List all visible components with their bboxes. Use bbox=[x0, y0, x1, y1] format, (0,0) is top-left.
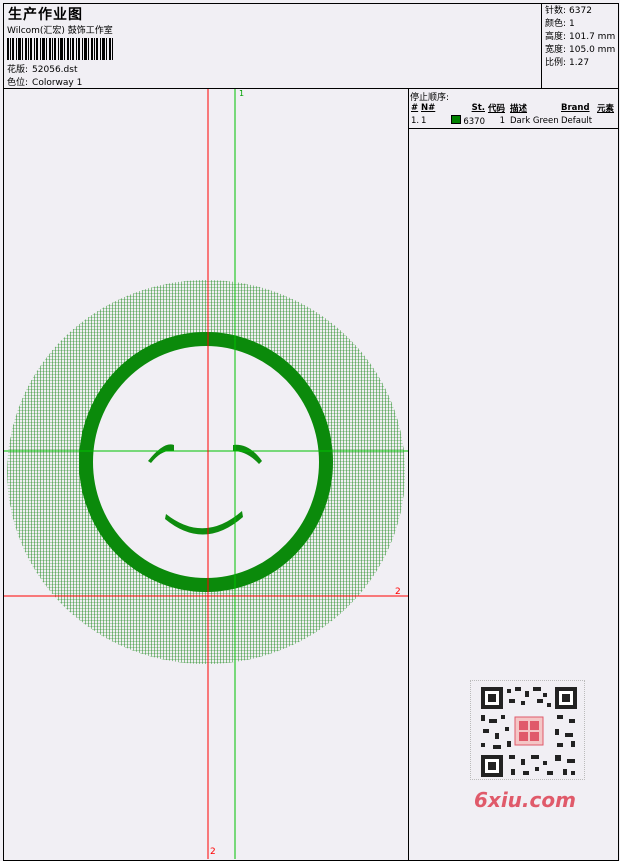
stat-height-label: 高度: bbox=[545, 32, 567, 42]
vertical-divider bbox=[408, 88, 409, 861]
stat-scale-value: 1.27 bbox=[569, 58, 590, 68]
watermark-logo: 6xiu.com bbox=[474, 788, 576, 812]
colorway-label: 色位: bbox=[7, 78, 29, 88]
stat-width-label: 宽度: bbox=[545, 45, 567, 55]
stat-colors-label: 颜色: bbox=[545, 19, 567, 29]
red-axis-label-bottom: 2 bbox=[210, 847, 216, 857]
outer-fill-ring bbox=[4, 269, 408, 669]
col-header-brand: Brand bbox=[561, 102, 590, 113]
studio-name: Wilcom(汇宏) 鼓饰工作室 bbox=[7, 26, 113, 36]
stat-scale: 比例: 1.27 bbox=[545, 57, 619, 70]
stat-scale-label: 比例: bbox=[545, 58, 567, 68]
stop-order-panel: 停止顺序: # N# St. 代码 描述 Brand 元素 1. 1 6370 … bbox=[409, 89, 619, 127]
col-header-st: St. bbox=[471, 102, 485, 113]
color-swatch bbox=[451, 114, 462, 124]
design-file-label: 花版: bbox=[7, 65, 29, 75]
row-stitches: 6370 bbox=[463, 116, 485, 127]
barcode-image bbox=[7, 38, 113, 60]
green-axis-label: 1 bbox=[239, 89, 245, 98]
stat-colors: 颜色: 1 bbox=[545, 18, 619, 31]
worksheet-header: 生产作业图 Wilcom(汇宏) 鼓饰工作室 花版: 52056.dst 色位: C… bbox=[4, 4, 542, 88]
col-header-n: N# bbox=[421, 102, 436, 113]
row-code: 1 bbox=[499, 115, 505, 126]
table-row[interactable]: 1. 1 6370 1 Dark Green Default bbox=[409, 114, 619, 127]
stop-order-header: # N# St. 代码 描述 Brand 元素 bbox=[409, 101, 619, 114]
row-n: 1 bbox=[421, 115, 427, 126]
row-num: 1. bbox=[411, 115, 420, 126]
stat-stitches-value: 6372 bbox=[569, 6, 592, 16]
qr-code-image bbox=[470, 680, 585, 780]
page-title: 生产作业图 bbox=[8, 7, 83, 23]
col-header-desc: 描述 bbox=[510, 103, 528, 114]
design-file-line: 花版: 52056.dst bbox=[7, 62, 77, 75]
stop-order-title: 停止顺序: bbox=[410, 93, 450, 103]
col-header-num: # bbox=[411, 102, 419, 113]
row-stitches-cell: 6370 bbox=[449, 114, 485, 127]
red-axis-label-right: 2 bbox=[395, 587, 401, 597]
stat-height: 高度: 101.7 mm bbox=[545, 31, 619, 44]
stat-stitches-label: 针数: bbox=[545, 6, 567, 16]
stat-width: 宽度: 105.0 mm bbox=[545, 44, 619, 57]
stat-stitches: 针数: 6372 bbox=[545, 5, 619, 18]
colorway-value: Colorway 1 bbox=[32, 78, 83, 88]
stop-order-divider bbox=[409, 128, 619, 129]
row-brand: Default bbox=[561, 115, 593, 126]
design-file-value: 52056.dst bbox=[32, 65, 78, 75]
colorway-line: 色位: Colorway 1 bbox=[7, 75, 82, 88]
design-canvas[interactable]: 1 2 2 bbox=[4, 89, 408, 859]
stat-width-value: 105.0 mm bbox=[569, 45, 616, 55]
row-desc: Dark Green bbox=[510, 115, 559, 126]
col-header-elem: 元素 bbox=[597, 103, 615, 114]
col-header-code: 代码 bbox=[487, 103, 505, 114]
qr-pattern bbox=[481, 687, 577, 777]
stats-panel: 针数: 6372 颜色: 1 高度: 101.7 mm 宽度: 105.0 mm 比例:… bbox=[541, 3, 619, 88]
stat-colors-value: 1 bbox=[569, 19, 575, 29]
stat-height-value: 101.7 mm bbox=[569, 32, 616, 42]
embroidery-preview bbox=[4, 89, 408, 859]
